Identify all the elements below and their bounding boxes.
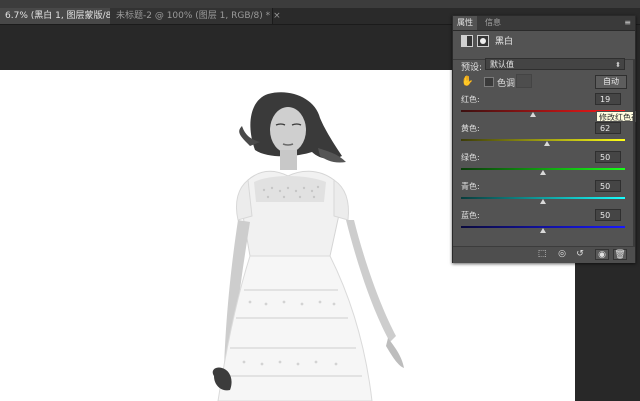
workspace-background <box>575 262 640 401</box>
tab-info[interactable]: 信息 <box>481 16 505 30</box>
preset-value: 默认值 <box>490 60 514 69</box>
document-tab-untitled[interactable]: 未标题-2 @ 100% (图层 1, RGB/8) * × <box>110 8 281 24</box>
tint-color-swatch[interactable] <box>516 74 532 88</box>
slider-value-input[interactable]: 50 <box>595 209 621 221</box>
preset-label: 预设: <box>461 63 483 73</box>
slider-label: 绿色: <box>461 153 480 162</box>
slider-value-input[interactable]: 50 <box>595 151 621 163</box>
slider-value-input[interactable]: 19 <box>595 93 621 105</box>
close-icon[interactable]: × <box>273 11 281 21</box>
delete-icon[interactable]: 🗑 <box>613 249 627 260</box>
targeted-adjustment-hand-icon[interactable]: ✋ <box>461 76 473 87</box>
panel-menu-icon[interactable]: ≡ <box>624 18 631 27</box>
slider-value-input[interactable]: 50 <box>595 180 621 192</box>
auto-button[interactable]: 自动 <box>595 75 627 89</box>
adjustment-title: 黑白 <box>495 37 514 47</box>
document-tab-active[interactable]: 6.7% (黑白 1, 图层蒙版/8) *× <box>0 8 133 24</box>
document-tab-label: 6.7% (黑白 1, 图层蒙版/8) * <box>5 11 123 21</box>
slider-value-input[interactable]: 62 <box>595 122 621 134</box>
preset-dropdown[interactable]: 默认值 ⬍ <box>485 58 625 70</box>
clip-to-layer-icon[interactable]: ⬚ <box>535 249 549 260</box>
dropdown-arrow-icon: ⬍ <box>615 61 621 69</box>
slider-label: 黄色: <box>461 124 480 133</box>
reset-icon[interactable]: ↺ <box>573 249 587 260</box>
slider-thumb[interactable] <box>529 112 536 117</box>
slider-thumb[interactable] <box>540 170 546 175</box>
document-tab-label: 未标题-2 @ 100% (图层 1, RGB/8) * <box>116 11 271 21</box>
slider-label: 红色: <box>461 95 480 104</box>
tint-checkbox[interactable] <box>484 77 494 87</box>
slider-thumb[interactable] <box>540 199 546 204</box>
slider-label: 蓝色: <box>461 211 480 220</box>
slider-thumb[interactable] <box>540 228 546 233</box>
tooltip: 修改红色在 <box>596 111 636 122</box>
visibility-icon[interactable]: ◉ <box>595 249 609 260</box>
layer-mask-icon[interactable] <box>477 35 489 47</box>
properties-panel: 属性 信息 ≡ 黑白 预设: 默认值 ⬍ ✋ 色调 自动 红色: 19 黄色: 62 绿… <box>452 15 636 263</box>
slider-thumb[interactable] <box>543 141 550 146</box>
slider-label: 青色: <box>461 182 480 191</box>
view-previous-state-icon[interactable]: ◎ <box>555 249 569 260</box>
panel-footer: ⬚ ◎ ↺ ◉ 🗑 <box>453 246 635 263</box>
tint-label: 色调 <box>497 79 516 89</box>
tab-properties[interactable]: 属性 <box>453 16 477 30</box>
panel-tab-bar: 属性 信息 ≡ <box>453 16 635 31</box>
adjustment-layer-icon <box>461 35 473 47</box>
panel-scrollbar[interactable] <box>633 60 635 246</box>
